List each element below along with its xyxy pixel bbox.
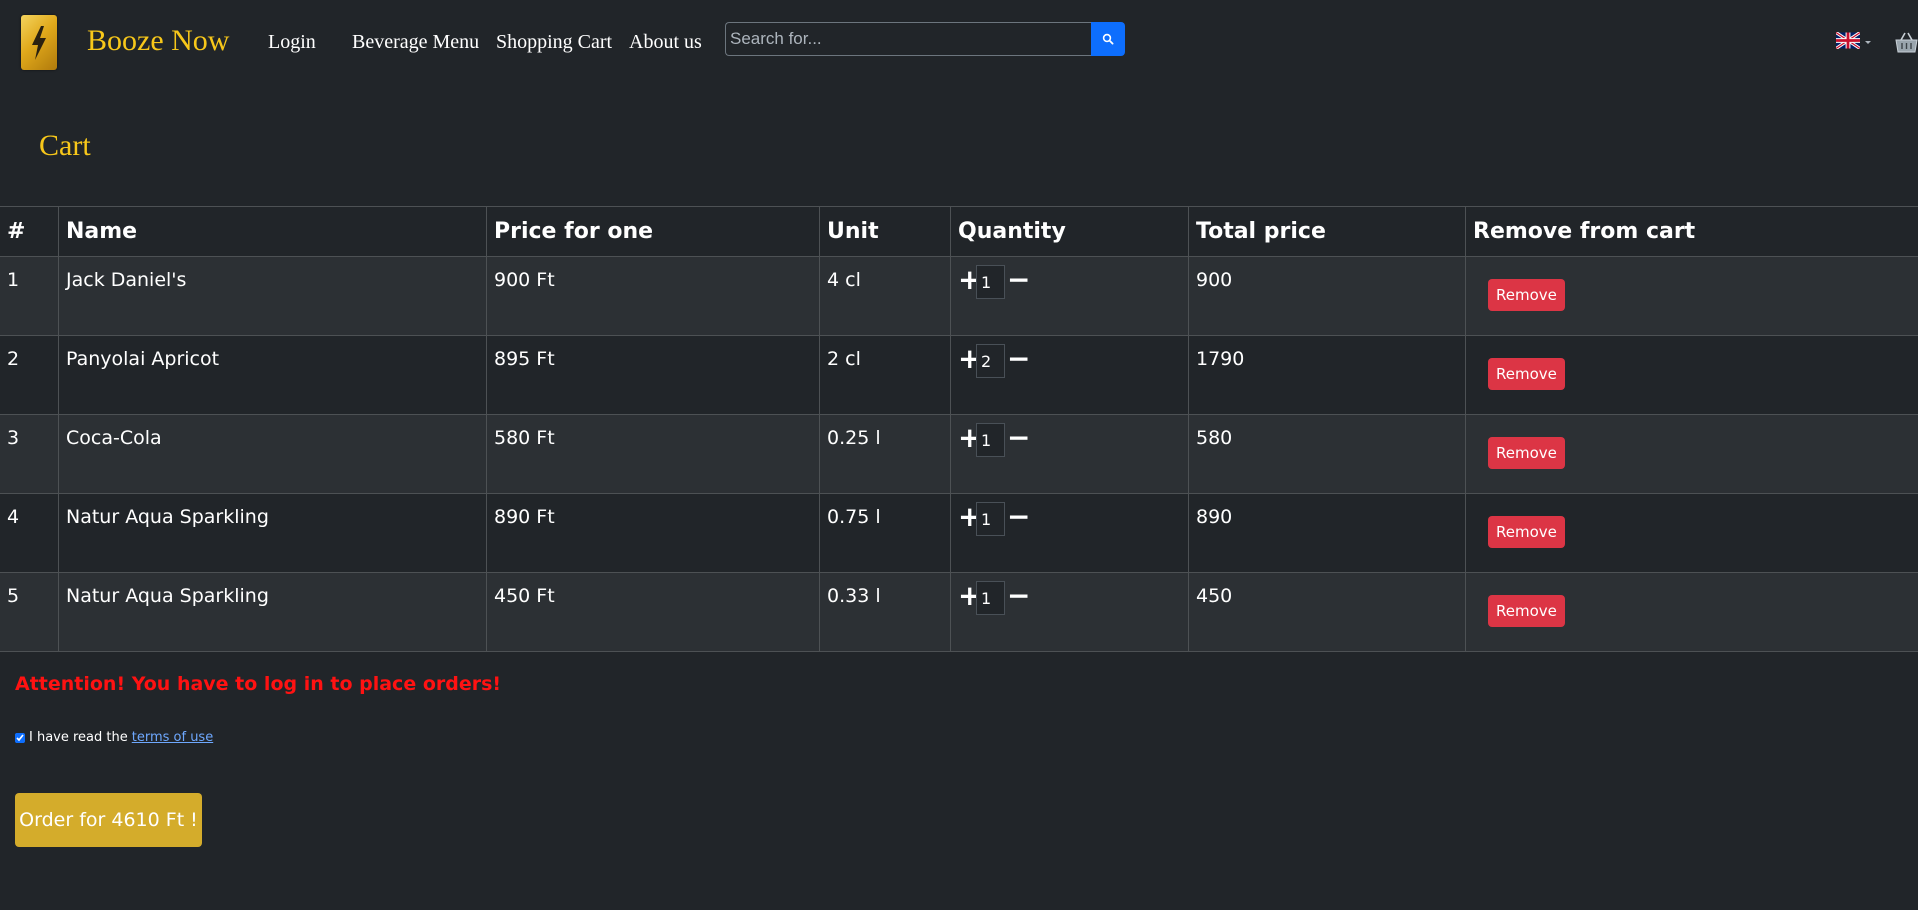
column-header-total: Total price — [1188, 206, 1466, 257]
uk-flag-language-icon[interactable] — [1835, 31, 1861, 50]
table-row: 1 Jack Daniel's 900 Ft 4 cl + − 900 Remo… — [0, 256, 1918, 336]
row-index: 1 — [0, 256, 59, 336]
table-row: 2 Panyolai Apricot 895 Ft 2 cl + − 1790 … — [0, 335, 1918, 415]
quantity-stepper: + − — [958, 344, 1181, 378]
remove-button[interactable]: Remove — [1488, 437, 1565, 469]
terms-label: I have read the — [29, 730, 128, 745]
terms-of-use-link[interactable]: terms of use — [132, 730, 213, 745]
row-quantity: + − — [950, 572, 1189, 652]
quantity-input[interactable] — [976, 344, 1005, 378]
row-name: Natur Aqua Sparkling — [58, 572, 487, 652]
nav-login-link[interactable]: Login — [268, 31, 316, 54]
column-header-remove: Remove from cart — [1465, 206, 1918, 257]
navbar: Booze Now Login Beverage Menu Shopping C… — [0, 0, 1918, 86]
quantity-increase-button[interactable]: + — [958, 424, 981, 452]
quantity-increase-button[interactable]: + — [958, 582, 981, 610]
row-quantity: + − — [950, 493, 1189, 573]
remove-button[interactable]: Remove — [1488, 516, 1565, 548]
login-warning-message: Attention! You have to log in to place o… — [15, 673, 502, 695]
column-header-unit: Unit — [819, 206, 951, 257]
row-name: Coca-Cola — [58, 414, 487, 494]
quantity-stepper: + − — [958, 423, 1181, 457]
row-total: 580 — [1188, 414, 1466, 494]
row-price: 450 Ft — [486, 572, 820, 652]
quantity-decrease-button[interactable]: − — [1007, 266, 1030, 294]
row-index: 2 — [0, 335, 59, 415]
nav-about-us-link[interactable]: About us — [629, 31, 702, 54]
cart-table-header: # Name Price for one Unit Quantity Total… — [0, 206, 1918, 257]
shopping-basket-icon[interactable] — [1895, 30, 1918, 54]
language-dropdown-caret-icon[interactable] — [1865, 41, 1871, 44]
row-unit: 4 cl — [819, 256, 951, 336]
quantity-stepper: + − — [958, 265, 1181, 299]
row-remove: Remove — [1465, 335, 1918, 415]
quantity-input[interactable] — [976, 581, 1005, 615]
row-price: 895 Ft — [486, 335, 820, 415]
brand-name[interactable]: Booze Now — [87, 24, 229, 58]
row-total: 450 — [1188, 572, 1466, 652]
terms-agreement: I have read the terms of use — [15, 730, 213, 745]
quantity-decrease-button[interactable]: − — [1007, 345, 1030, 373]
row-price: 580 Ft — [486, 414, 820, 494]
table-row: 5 Natur Aqua Sparkling 450 Ft 0.33 l + −… — [0, 572, 1918, 652]
remove-button[interactable]: Remove — [1488, 358, 1565, 390]
table-row: 4 Natur Aqua Sparkling 890 Ft 0.75 l + −… — [0, 493, 1918, 573]
column-header-price: Price for one — [486, 206, 820, 257]
row-total: 1790 — [1188, 335, 1466, 415]
order-button[interactable]: Order for 4610 Ft ! — [15, 793, 202, 847]
quantity-increase-button[interactable]: + — [958, 503, 981, 531]
lightning-bolt-icon — [32, 25, 46, 60]
quantity-decrease-button[interactable]: − — [1007, 424, 1030, 452]
row-remove: Remove — [1465, 572, 1918, 652]
terms-checkbox[interactable] — [15, 732, 25, 743]
row-name: Natur Aqua Sparkling — [58, 493, 487, 573]
column-header-index: # — [0, 206, 59, 257]
row-name: Panyolai Apricot — [58, 335, 487, 415]
search-bar — [725, 22, 1125, 56]
row-total: 900 — [1188, 256, 1466, 336]
row-quantity: + − — [950, 335, 1189, 415]
nav-shopping-cart-link[interactable]: Shopping Cart — [496, 31, 612, 54]
quantity-input[interactable] — [976, 502, 1005, 536]
column-header-name: Name — [58, 206, 487, 257]
quantity-decrease-button[interactable]: − — [1007, 582, 1030, 610]
nav-beverage-menu-link[interactable]: Beverage Menu — [352, 31, 479, 54]
quantity-stepper: + − — [958, 502, 1181, 536]
row-unit: 0.33 l — [819, 572, 951, 652]
row-unit: 0.75 l — [819, 493, 951, 573]
column-header-quantity: Quantity — [950, 206, 1189, 257]
row-quantity: + − — [950, 414, 1189, 494]
search-icon — [1102, 33, 1114, 45]
row-price: 900 Ft — [486, 256, 820, 336]
table-row: 3 Coca-Cola 580 Ft 0.25 l + − 580 Remove — [0, 414, 1918, 494]
row-unit: 2 cl — [819, 335, 951, 415]
quantity-increase-button[interactable]: + — [958, 266, 981, 294]
lightning-bolt-logo-icon[interactable] — [21, 15, 57, 70]
row-remove: Remove — [1465, 256, 1918, 336]
row-index: 3 — [0, 414, 59, 494]
quantity-stepper: + − — [958, 581, 1181, 615]
row-price: 890 Ft — [486, 493, 820, 573]
quantity-input[interactable] — [976, 265, 1005, 299]
search-button[interactable] — [1091, 22, 1125, 56]
row-unit: 0.25 l — [819, 414, 951, 494]
quantity-input[interactable] — [976, 423, 1005, 457]
row-remove: Remove — [1465, 414, 1918, 494]
remove-button[interactable]: Remove — [1488, 279, 1565, 311]
cart-table: # Name Price for one Unit Quantity Total… — [0, 206, 1918, 652]
row-remove: Remove — [1465, 493, 1918, 573]
page-title: Cart — [39, 129, 91, 162]
quantity-decrease-button[interactable]: − — [1007, 503, 1030, 531]
row-index: 5 — [0, 572, 59, 652]
row-name: Jack Daniel's — [58, 256, 487, 336]
search-input[interactable] — [725, 22, 1091, 56]
remove-button[interactable]: Remove — [1488, 595, 1565, 627]
row-index: 4 — [0, 493, 59, 573]
row-total: 890 — [1188, 493, 1466, 573]
row-quantity: + − — [950, 256, 1189, 336]
quantity-increase-button[interactable]: + — [958, 345, 981, 373]
